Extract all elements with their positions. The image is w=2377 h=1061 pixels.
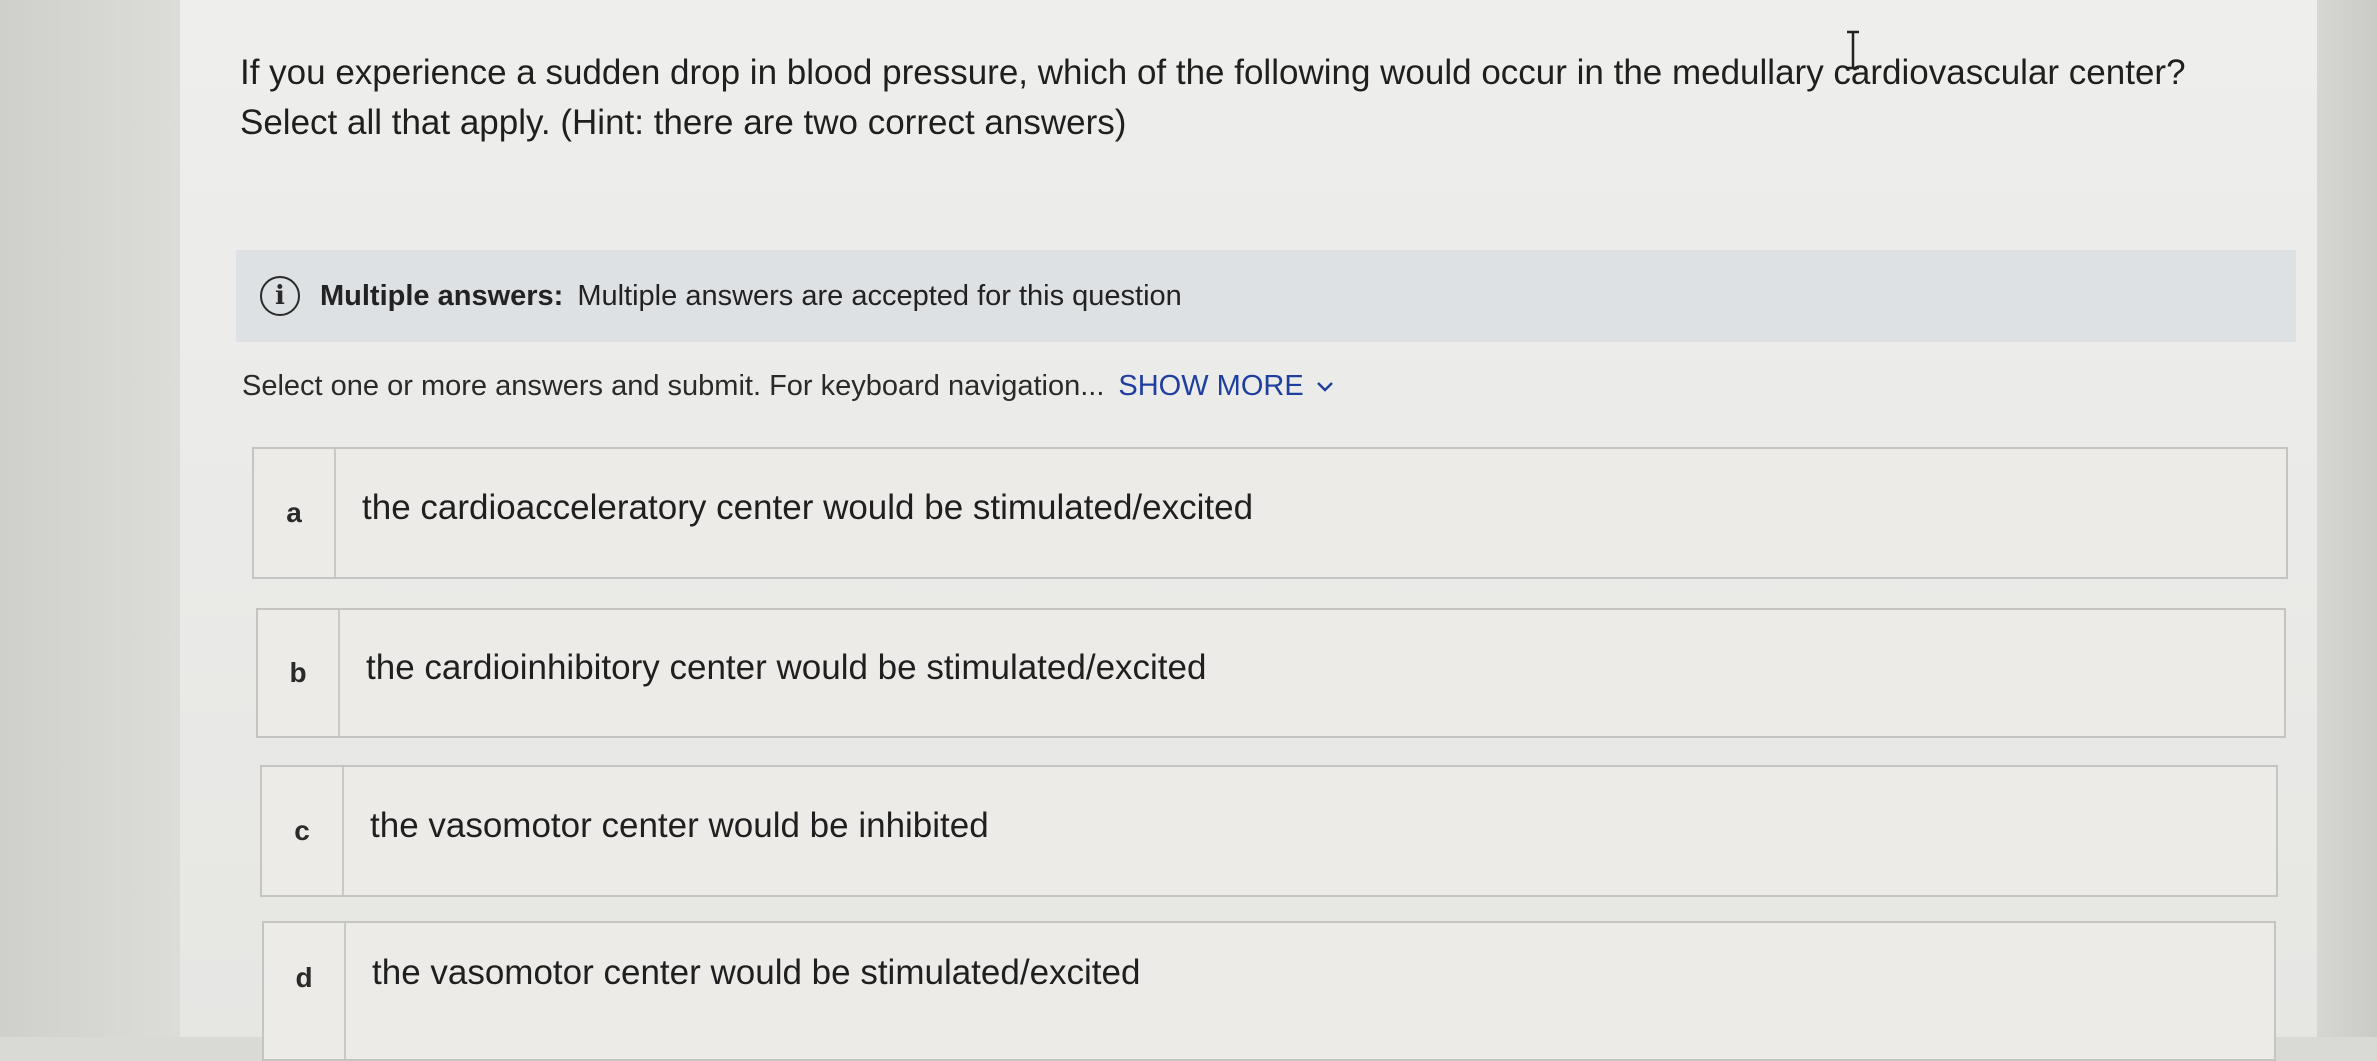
chevron-down-icon bbox=[1316, 381, 1333, 392]
option-letter: a bbox=[254, 449, 336, 577]
answer-option-d[interactable]: d the vasomotor center would be stimulat… bbox=[262, 921, 2276, 1061]
option-letter: c bbox=[262, 767, 344, 895]
info-icon: i bbox=[260, 276, 300, 316]
answer-option-c[interactable]: c the vasomotor center would be inhibite… bbox=[260, 765, 2278, 897]
right-background bbox=[2317, 0, 2377, 1037]
option-letter: b bbox=[258, 610, 340, 736]
answer-option-a[interactable]: a the cardioacceleratory center would be… bbox=[252, 447, 2288, 579]
answer-option-b[interactable]: b the cardioinhibitory center would be s… bbox=[256, 608, 2286, 738]
option-text: the cardioacceleratory center would be s… bbox=[362, 488, 1254, 527]
instructions: Select one or more answers and submit. F… bbox=[242, 370, 1334, 403]
multiple-answers-banner: i Multiple answers: Multiple answers are… bbox=[236, 250, 2296, 342]
question-text-line-1: If you experience a sudden drop in blood… bbox=[240, 53, 2186, 92]
banner-text: Multiple answers are accepted for this q… bbox=[577, 279, 1182, 312]
banner-title: Multiple answers: bbox=[320, 279, 564, 312]
show-more-label: SHOW MORE bbox=[1118, 370, 1304, 402]
question-text-line-2: Select all that apply. (Hint: there are … bbox=[240, 103, 1127, 142]
instructions-text: Select one or more answers and submit. F… bbox=[242, 370, 1105, 402]
option-text: the vasomotor center would be stimulated… bbox=[372, 953, 1141, 992]
question-page: If you experience a sudden drop in blood… bbox=[180, 0, 2317, 1061]
text-cursor-icon bbox=[1847, 30, 1859, 70]
option-text: the cardioinhibitory center would be sti… bbox=[366, 648, 1207, 687]
show-more-button[interactable]: SHOW MORE bbox=[1118, 370, 1333, 403]
option-text: the vasomotor center would be inhibited bbox=[370, 806, 989, 845]
option-letter: d bbox=[264, 923, 346, 1059]
question-prompt: If you experience a sudden drop in blood… bbox=[240, 48, 2260, 148]
left-background bbox=[0, 0, 180, 1037]
